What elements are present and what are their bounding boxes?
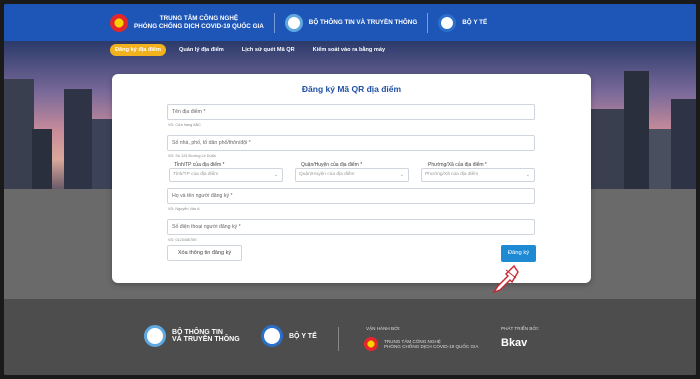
province-select[interactable]: Tỉnh/TP của địa điểm ⌄ — [169, 168, 283, 182]
header-divider — [427, 12, 429, 33]
chevron-down-icon: ⌄ — [399, 172, 404, 178]
brand2-text: BỘ THÔNG TIN VÀ TRUYỀN THÔNG — [308, 19, 418, 26]
nav-qr-history[interactable]: Lịch sử quét Mã QR — [237, 44, 300, 56]
brand-moh[interactable]: BỘ Y TẾ — [438, 13, 488, 32]
footer-divider — [338, 327, 339, 351]
registrant-name-input[interactable]: Họ và tên người đăng ký * — [167, 188, 535, 204]
nav-machine-control[interactable]: Kiểm soát vào ra bằng máy — [308, 44, 390, 56]
covid-center-logo-icon — [110, 13, 128, 32]
developed-by-label: PHÁT TRIỂN BỞI: — [501, 326, 539, 331]
footer-moh-text: BỘ Y TẾ — [289, 332, 317, 340]
developer-logo[interactable]: Bkav — [501, 337, 527, 349]
location-name-placeholder: Tên địa điểm * — [172, 109, 206, 115]
main-nav: Đăng ký địa điểm Quản lý địa điểm Lịch s… — [110, 44, 390, 56]
moh-footer-logo-icon — [261, 325, 283, 347]
footer-mic-line2: VÀ TRUYỀN THÔNG — [172, 336, 240, 343]
moh-logo-icon — [438, 13, 457, 32]
chevron-down-icon: ⌄ — [525, 172, 530, 178]
brand-mic[interactable]: BỘ THÔNG TIN VÀ TRUYỀN THÔNG — [284, 13, 418, 32]
brand1-line2: PHÒNG CHỐNG DỊCH COVID-19 QUỐC GIA — [134, 22, 264, 30]
ward-select[interactable]: Phường/Xã của địa điểm ⌄ — [421, 168, 535, 182]
register-button[interactable]: Đăng ký — [501, 245, 536, 262]
footer-mic-line1: BỘ THÔNG TIN — [172, 329, 223, 336]
brand1-line1: TRUNG TÂM CÔNG NGHỆ — [159, 14, 239, 22]
operated-by-label: VẬN HÀNH BỞI: — [366, 326, 401, 331]
address-placeholder: Số nhà, phố, tổ dân phố/thôn/đội * — [172, 140, 251, 146]
district-select[interactable]: Quận/Huyện của địa điểm ⌄ — [295, 168, 409, 182]
top-header: TRUNG TÂM CÔNG NGHỆ PHÒNG CHỐNG DỊCH COV… — [4, 4, 696, 41]
app-window: TRUNG TÂM CÔNG NGHỆ PHÒNG CHỐNG DỊCH COV… — [4, 4, 696, 375]
brand3-text: BỘ Y TẾ — [462, 19, 488, 26]
site-footer: BỘ THÔNG TIN VÀ TRUYỀN THÔNG BỘ Y TẾ VẬN… — [4, 299, 696, 375]
header-divider — [273, 12, 275, 33]
chevron-down-icon: ⌄ — [273, 172, 278, 178]
operator-line2: PHÒNG CHỐNG DỊCH COVID-19 QUỐC GIA — [384, 344, 479, 349]
brand-covid-center[interactable]: TRUNG TÂM CÔNG NGHỆ PHÒNG CHỐNG DỊCH COV… — [110, 13, 264, 32]
address-input[interactable]: Số nhà, phố, tổ dân phố/thôn/đội * — [167, 135, 535, 151]
nav-manage-locations[interactable]: Quản lý địa điểm — [174, 44, 229, 56]
nav-register-location[interactable]: Đăng ký địa điểm — [110, 44, 167, 56]
district-value: Quận/Huyện của địa điểm — [299, 172, 355, 177]
location-name-hint: VD: Cửa hàng ABC — [168, 123, 201, 127]
registrant-name-placeholder: Họ và tên người đăng ký * — [172, 193, 233, 199]
phone-hint: VD: 0123456789 — [168, 238, 197, 242]
location-name-input[interactable]: Tên địa điểm * — [167, 104, 535, 120]
form-title: Đăng ký Mã QR địa điểm — [301, 84, 402, 94]
phone-placeholder: Số điện thoại người đăng ký * — [172, 224, 241, 230]
mic-footer-logo-icon — [144, 325, 166, 347]
covid-center-footer-logo-icon — [364, 337, 378, 351]
ward-value: Phường/Xã của địa điểm — [425, 172, 479, 177]
clear-form-button[interactable]: Xóa thông tin đăng ký — [167, 245, 242, 261]
registrant-name-hint: VD: Nguyễn Văn A — [168, 207, 200, 211]
province-value: Tỉnh/TP của địa điểm — [173, 172, 219, 177]
address-hint: VD: Số 123 Đường Lê Duẩn — [168, 154, 216, 158]
footer-moh[interactable]: BỘ Y TẾ — [261, 325, 317, 347]
footer-mic[interactable]: BỘ THÔNG TIN VÀ TRUYỀN THÔNG — [144, 325, 240, 347]
pointing-hand-icon — [492, 264, 519, 294]
registration-form-card: Đăng ký Mã QR địa điểm Tên địa điểm * VD… — [112, 74, 591, 294]
footer-operator[interactable]: TRUNG TÂM CÔNG NGHỆ PHÒNG CHỐNG DỊCH COV… — [364, 337, 478, 351]
mic-logo-icon — [284, 13, 303, 32]
phone-input[interactable]: Số điện thoại người đăng ký * — [167, 219, 535, 235]
